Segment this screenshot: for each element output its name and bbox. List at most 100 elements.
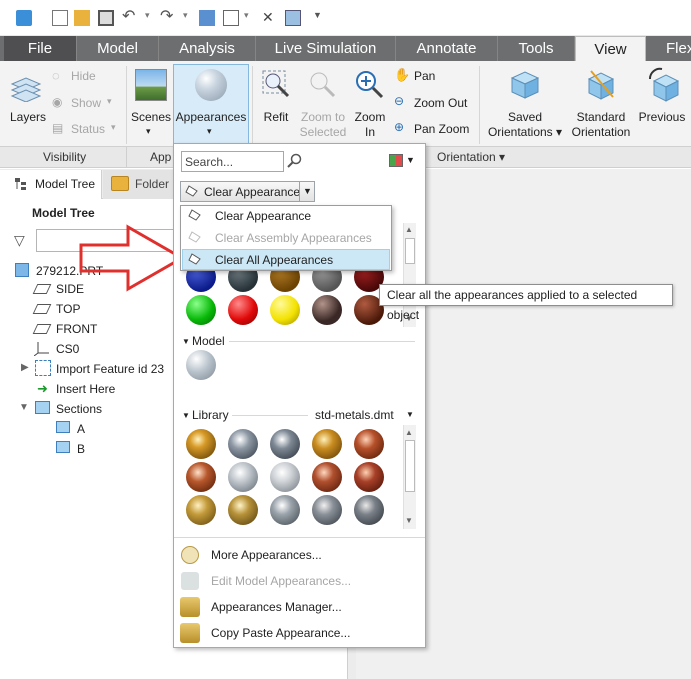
close-icon[interactable]: ✕	[262, 10, 278, 26]
tab-live-simulation[interactable]: Live Simulation	[256, 36, 396, 61]
scenes-button[interactable]: Scenes	[130, 110, 172, 125]
library-collapse-icon[interactable]: ▼	[182, 411, 190, 420]
display-mode-icon[interactable]	[389, 154, 403, 167]
group-orientation[interactable]: Orientation ▾	[437, 150, 505, 164]
tab-view[interactable]: View	[575, 36, 646, 62]
search-icon[interactable]	[287, 153, 303, 169]
tab-model[interactable]: Model	[77, 36, 159, 61]
swatch-red[interactable]	[228, 295, 258, 325]
tree-item-import-feature[interactable]: Import Feature id 23	[56, 361, 164, 377]
save-icon[interactable]	[98, 10, 114, 26]
swatch-nickel[interactable]	[270, 495, 300, 525]
zoom-in-button[interactable]: Zoom In	[350, 110, 390, 140]
undo-dropdown-icon[interactable]: ▾	[145, 10, 161, 26]
tree-item-cs0[interactable]: CS0	[56, 341, 79, 357]
swatch-steel[interactable]	[228, 429, 258, 459]
swatch-copper-dark[interactable]	[186, 462, 216, 492]
swatch-brass-brushed[interactable]	[228, 495, 258, 525]
clear-appearance-arrow-icon[interactable]: ▼	[299, 181, 315, 202]
saved-orientations-icon[interactable]	[508, 68, 542, 102]
menu-clear-all-appearances[interactable]: Clear All Appearances	[215, 252, 333, 268]
hide-button[interactable]: Hide	[71, 69, 96, 84]
tree-item-section-b[interactable]: B	[77, 441, 85, 457]
tab-analysis[interactable]: Analysis	[159, 36, 256, 61]
previous-button[interactable]: Previous	[636, 110, 688, 125]
swatch-gold[interactable]	[186, 429, 216, 459]
standard-orientation-icon[interactable]	[583, 67, 619, 103]
scroll-up-icon[interactable]: ▲	[405, 225, 413, 234]
more-appearances-item[interactable]: More Appearances...	[211, 547, 322, 563]
tree-item-insert-here[interactable]: Insert Here	[56, 381, 115, 397]
tab-flex[interactable]: Flex	[646, 36, 691, 61]
scenes-dropdown-icon[interactable]: ▾	[146, 126, 151, 137]
library-scrollbar-thumb[interactable]	[405, 440, 415, 492]
saved-orientations-button[interactable]: Saved Orientations ▾	[484, 110, 566, 140]
layers-icon[interactable]	[10, 74, 42, 103]
zoom-out-button[interactable]: Zoom Out	[414, 96, 467, 111]
swatch-model-default[interactable]	[186, 350, 216, 380]
zoom-to-selected-icon	[307, 69, 337, 99]
scrollbar-thumb[interactable]	[405, 238, 415, 264]
library-file-dropdown-icon[interactable]: ▼	[406, 410, 414, 419]
show-dropdown-icon[interactable]: ▾	[107, 96, 112, 107]
refit-icon[interactable]	[261, 69, 291, 99]
collapse-arrow-icon[interactable]: ▼	[19, 402, 29, 413]
regenerate-icon[interactable]	[199, 10, 215, 26]
swatch-marble[interactable]	[312, 295, 342, 325]
tab-file[interactable]: File	[4, 36, 77, 61]
customize-icon[interactable]	[285, 10, 301, 26]
tree-item-front[interactable]: FRONT	[56, 321, 97, 337]
pan-zoom-button[interactable]: Pan Zoom	[414, 122, 469, 137]
pan-button[interactable]: Pan	[414, 69, 435, 84]
windows-icon[interactable]	[223, 10, 239, 26]
model-collapse-icon[interactable]: ▼	[182, 337, 190, 346]
tree-item-section-a[interactable]: A	[77, 421, 85, 437]
undo-icon[interactable]: ↶	[122, 9, 138, 26]
edit-model-appearances-item[interactable]: Edit Model Appearances...	[211, 573, 351, 589]
tab-tools[interactable]: Tools	[498, 36, 575, 61]
redo-dropdown-icon[interactable]: ▾	[183, 10, 199, 26]
standard-orientation-button[interactable]: Standard Orientation	[568, 110, 634, 140]
expand-arrow-icon[interactable]: ▶	[21, 362, 29, 373]
tab-annotate[interactable]: Annotate	[396, 36, 498, 61]
menu-clear-assembly-appearances[interactable]: Clear Assembly Appearances	[215, 230, 372, 246]
tree-item-top[interactable]: TOP	[56, 301, 80, 317]
appearances-manager-item[interactable]: Appearances Manager...	[211, 599, 342, 615]
status-button[interactable]: Status	[71, 122, 105, 137]
copy-paste-appearance-item[interactable]: Copy Paste Appearance...	[211, 625, 350, 641]
windows-dropdown-icon[interactable]: ▾	[244, 10, 260, 26]
section-icon	[56, 441, 70, 453]
tree-item-sections[interactable]: Sections	[56, 401, 102, 417]
new-file-icon[interactable]	[52, 10, 68, 26]
swatch-gold-brushed[interactable]	[186, 495, 216, 525]
open-folder-icon[interactable]	[74, 10, 90, 26]
zoom-in-icon[interactable]	[354, 69, 384, 99]
display-mode-dropdown-icon[interactable]: ▼	[406, 155, 415, 165]
refit-button[interactable]: Refit	[258, 110, 294, 125]
qat-more-icon[interactable]: ▼	[313, 10, 329, 26]
zoom-to-selected-button[interactable]: Zoom to Selected	[298, 110, 348, 140]
swatch-iron[interactable]	[354, 495, 384, 525]
swatch-copper-polished[interactable]	[312, 462, 342, 492]
library-file-label[interactable]: std-metals.dmt	[315, 408, 394, 422]
swatch-titanium[interactable]	[312, 495, 342, 525]
menu-clear-appearance[interactable]: Clear Appearance	[215, 208, 311, 224]
swatch-yellow[interactable]	[270, 295, 300, 325]
swatch-aluminum[interactable]	[228, 462, 258, 492]
layers-button[interactable]: Layers	[8, 110, 48, 125]
show-button[interactable]: Show	[71, 96, 101, 111]
redo-icon[interactable]: ↷	[160, 9, 176, 26]
library-scroll-down-icon[interactable]: ▼	[405, 516, 413, 525]
swatch-copper[interactable]	[354, 429, 384, 459]
library-scroll-up-icon[interactable]: ▲	[405, 428, 413, 437]
zoom-out-icon: ⊖	[394, 94, 405, 108]
swatch-silver[interactable]	[270, 462, 300, 492]
status-dropdown-icon[interactable]: ▾	[111, 122, 116, 133]
filter-icon[interactable]: ▽	[14, 232, 25, 249]
swatch-brass[interactable]	[312, 429, 342, 459]
previous-orientation-icon[interactable]	[646, 67, 680, 103]
swatch-green[interactable]	[186, 295, 216, 325]
swatch-chrome[interactable]	[270, 429, 300, 459]
scenes-icon[interactable]	[135, 69, 167, 101]
swatch-copper-brushed[interactable]	[354, 462, 384, 492]
